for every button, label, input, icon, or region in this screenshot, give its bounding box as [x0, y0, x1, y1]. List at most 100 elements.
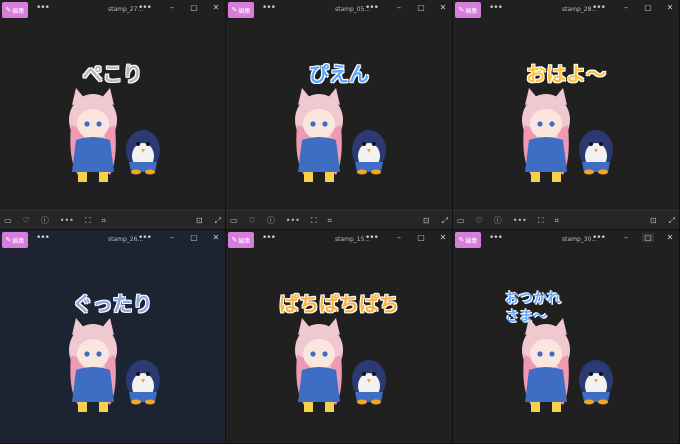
- title-bar: ✎ 編集 ••• stamp_05... ••• – ▢ ✕: [226, 0, 452, 20]
- visual-search-icon[interactable]: ⌗: [555, 216, 560, 226]
- title-bar: ✎ 編集 ••• stamp_27... ••• – ▢ ✕: [0, 0, 225, 20]
- image-view: ぺこり: [0, 20, 225, 229]
- maximize-icon[interactable]: ▢: [188, 3, 200, 12]
- edit-pencil-icon: ✎: [231, 236, 238, 244]
- more-icon[interactable]: •••: [36, 233, 50, 243]
- image-view: ぱちぱちぱち: [226, 250, 452, 443]
- photo-window-2: ✎ 編集 ••• stamp_05... ••• – ▢ ✕ ぴえん ▭ ♡ ⓘ ••• ⛶ ⌗ ⊡ ⤢: [226, 0, 453, 230]
- stamp-caption-line2: さま〜: [505, 309, 547, 325]
- more-icon[interactable]: •••: [60, 216, 74, 225]
- more-icon[interactable]: •••: [262, 3, 276, 13]
- edit-pencil-icon: ✎: [458, 236, 465, 244]
- minimize-icon[interactable]: –: [166, 233, 178, 242]
- fit-window-icon[interactable]: ⊡: [423, 216, 430, 225]
- more-icon[interactable]: •••: [513, 216, 527, 225]
- more-icon[interactable]: •••: [489, 3, 503, 13]
- fullscreen-icon[interactable]: ⤢: [669, 216, 675, 226]
- image-size-icon[interactable]: ▭: [457, 216, 465, 225]
- more-icon[interactable]: •••: [592, 3, 606, 13]
- crop-icon[interactable]: ⛶: [85, 216, 91, 226]
- edit-pencil-icon: ✎: [5, 236, 12, 244]
- favorite-heart-icon[interactable]: ♡: [249, 216, 256, 225]
- close-icon[interactable]: ✕: [437, 233, 449, 242]
- stamp-caption: ぐったり: [72, 292, 153, 316]
- stamp-caption: ぺこり: [82, 62, 143, 86]
- photo-window-6: ✎ 編集 ••• stamp_30... ••• – ▢ ✕ おつかれ さま〜: [453, 230, 680, 444]
- title-bar: ✎ 編集 ••• stamp_15... ••• – ▢ ✕: [226, 230, 452, 250]
- title-bar: ✎ 編集 ••• stamp_30... ••• – ▢ ✕: [453, 230, 679, 250]
- fit-window-icon[interactable]: ⊡: [196, 216, 203, 225]
- fullscreen-icon[interactable]: ⤢: [215, 216, 221, 226]
- close-icon[interactable]: ✕: [210, 3, 222, 12]
- image-view: ぴえん: [226, 20, 452, 229]
- info-icon[interactable]: ⓘ: [41, 215, 49, 226]
- info-icon[interactable]: ⓘ: [267, 215, 275, 226]
- close-icon[interactable]: ✕: [664, 233, 676, 242]
- maximize-icon[interactable]: ▢: [415, 233, 427, 242]
- minimize-icon[interactable]: –: [393, 233, 405, 242]
- edit-button[interactable]: ✎ 編集: [228, 232, 254, 248]
- crop-icon[interactable]: ⛶: [538, 216, 544, 226]
- favorite-heart-icon[interactable]: ♡: [476, 216, 483, 225]
- image-toolbar: ▭ ♡ ⓘ ••• ⛶ ⌗ ⊡ ⤢: [453, 210, 679, 229]
- edit-button-label: 編集: [465, 237, 478, 245]
- crop-icon[interactable]: ⛶: [311, 216, 317, 226]
- more-icon[interactable]: •••: [286, 216, 300, 225]
- edit-button[interactable]: ✎ 編集: [2, 2, 28, 18]
- minimize-icon[interactable]: –: [620, 3, 632, 12]
- close-icon[interactable]: ✕: [664, 3, 676, 12]
- maximize-icon[interactable]: ▢: [642, 3, 654, 12]
- edit-pencil-icon: ✎: [5, 6, 12, 14]
- image-view: おはよ〜: [453, 20, 679, 229]
- more-icon[interactable]: •••: [36, 3, 50, 13]
- photo-window-4: ✎ 編集 ••• stamp_26... ••• – ▢ ✕ ぐったり: [0, 230, 226, 444]
- visual-search-icon[interactable]: ⌗: [102, 216, 107, 226]
- close-icon[interactable]: ✕: [437, 3, 449, 12]
- maximize-icon[interactable]: ▢: [188, 233, 200, 242]
- edit-button-label: 編集: [12, 7, 25, 15]
- more-icon[interactable]: •••: [365, 3, 379, 13]
- favorite-heart-icon[interactable]: ♡: [23, 216, 30, 225]
- photo-window-3: ✎ 編集 ••• stamp_28... ••• – ▢ ✕ おはよ〜 ▭ ♡ ⓘ ••• ⛶ ⌗ ⊡ ⤢: [453, 0, 680, 230]
- edit-button-label: 編集: [12, 237, 25, 245]
- fullscreen-icon[interactable]: ⤢: [442, 216, 448, 226]
- edit-button[interactable]: ✎ 編集: [2, 232, 28, 248]
- photo-window-5: ✎ 編集 ••• stamp_15... ••• – ▢ ✕ ぱちぱちぱち: [226, 230, 453, 444]
- image-size-icon[interactable]: ▭: [4, 216, 12, 225]
- image-view: おつかれ さま〜: [453, 250, 679, 443]
- minimize-icon[interactable]: –: [620, 233, 632, 242]
- edit-button-label: 編集: [238, 237, 251, 245]
- image-size-icon[interactable]: ▭: [230, 216, 238, 225]
- more-icon[interactable]: •••: [592, 233, 606, 243]
- title-bar: ✎ 編集 ••• stamp_26... ••• – ▢ ✕: [0, 230, 225, 250]
- edit-pencil-icon: ✎: [458, 6, 465, 14]
- close-icon[interactable]: ✕: [210, 233, 222, 242]
- info-icon[interactable]: ⓘ: [494, 215, 502, 226]
- edit-button[interactable]: ✎ 編集: [228, 2, 254, 18]
- visual-search-icon[interactable]: ⌗: [328, 216, 333, 226]
- title-bar: ✎ 編集 ••• stamp_28... ••• – ▢ ✕: [453, 0, 679, 20]
- edit-button[interactable]: ✎ 編集: [455, 2, 481, 18]
- edit-button[interactable]: ✎ 編集: [455, 232, 481, 248]
- maximize-icon[interactable]: ▢: [415, 3, 427, 12]
- stamp-caption: おはよ〜: [526, 62, 606, 86]
- edit-pencil-icon: ✎: [231, 6, 238, 14]
- fit-window-icon[interactable]: ⊡: [650, 216, 657, 225]
- edit-button-label: 編集: [238, 7, 251, 15]
- image-view: ぐったり: [0, 250, 225, 443]
- minimize-icon[interactable]: –: [393, 3, 405, 12]
- more-icon[interactable]: •••: [489, 233, 503, 243]
- more-icon[interactable]: •••: [138, 233, 152, 243]
- stamp-caption: ぱちぱちぱち: [279, 292, 399, 316]
- image-toolbar: ▭ ♡ ⓘ ••• ⛶ ⌗ ⊡ ⤢: [226, 210, 452, 229]
- stamp-caption: ぴえん: [309, 62, 369, 86]
- desktop: ✎ 編集 ••• stamp_27... ••• – ▢ ✕ ぺこり ▭ ♡ ⓘ ••• ⛶ ⌗ ⊡ ⤢ ✎ 編集…: [0, 0, 680, 444]
- minimize-icon[interactable]: –: [166, 3, 178, 12]
- more-icon[interactable]: •••: [365, 233, 379, 243]
- more-icon[interactable]: •••: [138, 3, 152, 13]
- photo-window-1: ✎ 編集 ••• stamp_27... ••• – ▢ ✕ ぺこり ▭ ♡ ⓘ ••• ⛶ ⌗ ⊡ ⤢: [0, 0, 226, 230]
- stamp-caption-line1: おつかれ: [505, 291, 561, 307]
- more-icon[interactable]: •••: [262, 233, 276, 243]
- edit-button-label: 編集: [465, 7, 478, 15]
- maximize-icon[interactable]: ▢: [642, 233, 654, 242]
